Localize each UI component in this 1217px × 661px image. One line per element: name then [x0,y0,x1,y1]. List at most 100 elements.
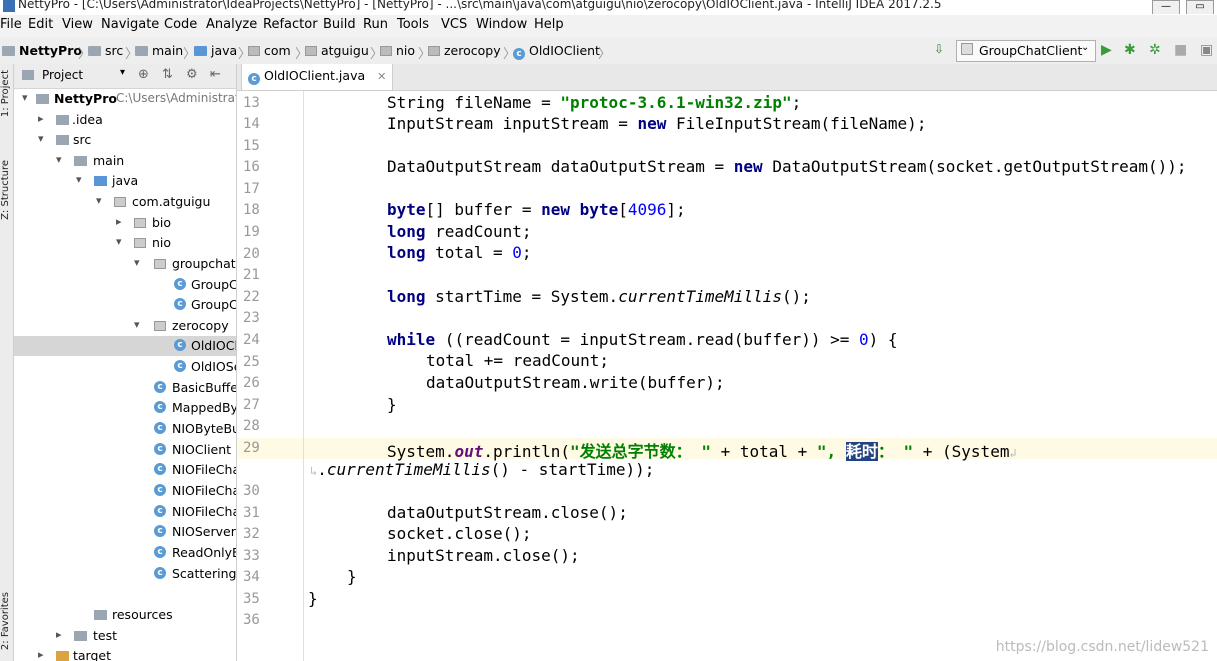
tree-item-groupchat-server[interactable]: c GroupC [14,295,236,315]
close-icon[interactable]: ✕ [377,70,386,83]
tree-item-nioclient[interactable]: c NIOClient [14,440,236,460]
code-line-35: } [308,589,318,608]
sync-icon[interactable]: ⊕ [138,67,149,82]
debug-icon[interactable]: ✱ [1124,42,1136,58]
tree-item-nioserver[interactable]: c NIOServer [14,522,236,542]
package-icon [380,46,392,56]
menu-tools[interactable]: Tools [397,17,429,32]
crumb-project[interactable]: NettyPro [2,43,82,58]
folder-icon [56,135,69,145]
maximize-button[interactable]: ▭ [1186,0,1214,14]
crumb-main[interactable]: main [135,43,183,58]
minimize-button[interactable]: — [1152,0,1180,14]
tree-item-mappedbytebuffer[interactable]: c MappedBy [14,398,236,418]
menu-build[interactable]: Build [323,17,356,32]
chevron-down-icon[interactable]: ▾ [120,67,125,78]
menu-file[interactable]: File [0,17,22,32]
tree-item-nio[interactable]: ▾ nio [14,233,236,253]
chevron-down-icon[interactable]: ▾ [38,132,44,145]
source-folder-icon [194,46,207,56]
crumb-atguigu[interactable]: atguigu [305,43,369,58]
gear-icon[interactable]: ⚙ [186,67,198,82]
code-line-20: long total = 0; [387,243,532,262]
watermark: https://blog.csdn.net/lidew521 [995,639,1209,655]
package-icon [305,46,317,56]
class-icon: c [154,525,166,537]
chevron-down-icon[interactable]: ▾ [134,256,140,269]
chevron-down-icon[interactable]: ▾ [116,235,122,248]
run-icon[interactable]: ▶ [1101,42,1112,58]
tree-item-groupchat[interactable]: ▾ groupchat [14,254,236,274]
tree-item-test[interactable]: ▸ test [14,626,236,646]
hide-icon[interactable]: ⇤ [210,67,221,82]
project-panel-header: Project ▾ ⊕ ⇅ ⚙ ⇤ [14,64,236,89]
chevron-right-icon[interactable]: ▸ [38,648,44,661]
tree-item-bio[interactable]: ▸ bio [14,213,236,233]
tree-item-com-atguigu[interactable]: ▾ com.atguigu [14,192,236,212]
code-editor[interactable]: String fileName = "protoc-3.6.1-win32.zi… [304,91,1217,661]
folder-icon [74,156,87,166]
tab-project[interactable]: 1: Project [0,70,11,117]
menu-view[interactable]: View [62,17,93,32]
chevron-right-icon[interactable]: ▸ [116,215,122,228]
build-icon[interactable]: ⇩ [934,42,944,56]
crumb-java[interactable]: java [194,43,237,58]
code-line-31: dataOutputStream.close(); [387,503,628,522]
collapse-icon[interactable]: ⇅ [162,67,173,82]
tab-favorites[interactable]: 2: Favorites [0,592,11,650]
chevron-down-icon[interactable]: ▾ [96,194,102,207]
menu-refactor[interactable]: Refactor [263,17,318,32]
tree-item-niofilechannel03[interactable]: c NIOFileCha [14,502,236,522]
crumb-com[interactable]: com [248,43,291,58]
chevron-right-icon[interactable]: ▸ [38,112,44,125]
coverage-icon[interactable]: ✲ [1149,42,1161,58]
menu-navigate[interactable]: Navigate [101,17,159,32]
menu-help[interactable]: Help [534,17,564,32]
tree-item-oldioclient[interactable]: c OldIOClient [14,336,236,356]
code-line-25: total += readCount; [426,351,610,370]
crumb-src[interactable]: src [88,43,123,58]
menu-analyze[interactable]: Analyze [206,17,257,32]
crumb-zerocopy[interactable]: zerocopy [428,43,501,58]
chevron-down-icon[interactable]: ▾ [76,173,82,186]
tree-item-java[interactable]: ▾ java [14,171,236,191]
editor-tab-bar: c OldIOClient.java ✕ [237,64,1217,91]
tree-item-scatteringandgathering[interactable]: c ScatteringA [14,564,236,584]
code-line-27: } [387,395,397,414]
tree-item-niofilechannel02[interactable]: c NIOFileCha [14,481,236,501]
tree-item-idea[interactable]: ▸ .idea [14,110,236,130]
chevron-right-icon[interactable]: ▸ [56,628,62,641]
stop-icon[interactable]: ■ [1174,42,1187,58]
tree-item-niobytebuffer[interactable]: c NIOByteBu [14,419,236,439]
menu-vcs[interactable]: VCS [441,17,467,32]
tab-structure[interactable]: Z: Structure [0,160,11,220]
tree-item-groupchat-client[interactable]: c GroupC [14,275,236,295]
project-view-select[interactable]: Project [42,68,83,82]
class-icon: c [174,339,186,351]
tree-item-basicbuffer[interactable]: c BasicBuffer [14,378,236,398]
crumb-nio[interactable]: nio [380,43,415,58]
tree-item-src[interactable]: ▾ src [14,130,236,150]
menu-edit[interactable]: Edit [28,17,53,32]
tree-item-target[interactable]: ▸ target [14,646,236,661]
menu-code[interactable]: Code [164,17,197,32]
tree-item-nettypro[interactable]: ▾ NettyPro C:\Users\Administrator [14,89,236,109]
run-config-select[interactable]: GroupChatClient ⌄ [956,40,1096,62]
tab-oldioclient[interactable]: c OldIOClient.java ✕ [241,64,394,90]
tree-item-niofilechannel01[interactable]: c NIOFileCha [14,460,236,480]
menu-run[interactable]: Run [363,17,388,32]
chevron-down-icon[interactable]: ▾ [22,91,28,104]
class-icon: c [154,401,166,413]
project-structure-icon[interactable]: ▣ [1200,42,1213,58]
crumb-class[interactable]: c OldIOClient [513,43,600,60]
tree-item-readonlybuffer[interactable]: c ReadOnlyB [14,543,236,563]
folder-icon [135,46,148,56]
tree-item-oldioserver[interactable]: c OldIOSe [14,357,236,377]
tree-item-zerocopy[interactable]: ▾ zerocopy [14,316,236,336]
chevron-down-icon[interactable]: ▾ [56,153,62,166]
menu-window[interactable]: Window [476,17,527,32]
tree-item-resources[interactable]: resources [14,605,236,625]
chevron-down-icon[interactable]: ▾ [134,318,140,331]
code-line-24: while ((readCount = inputStream.read(buf… [387,330,898,349]
tree-item-main[interactable]: ▾ main [14,151,236,171]
